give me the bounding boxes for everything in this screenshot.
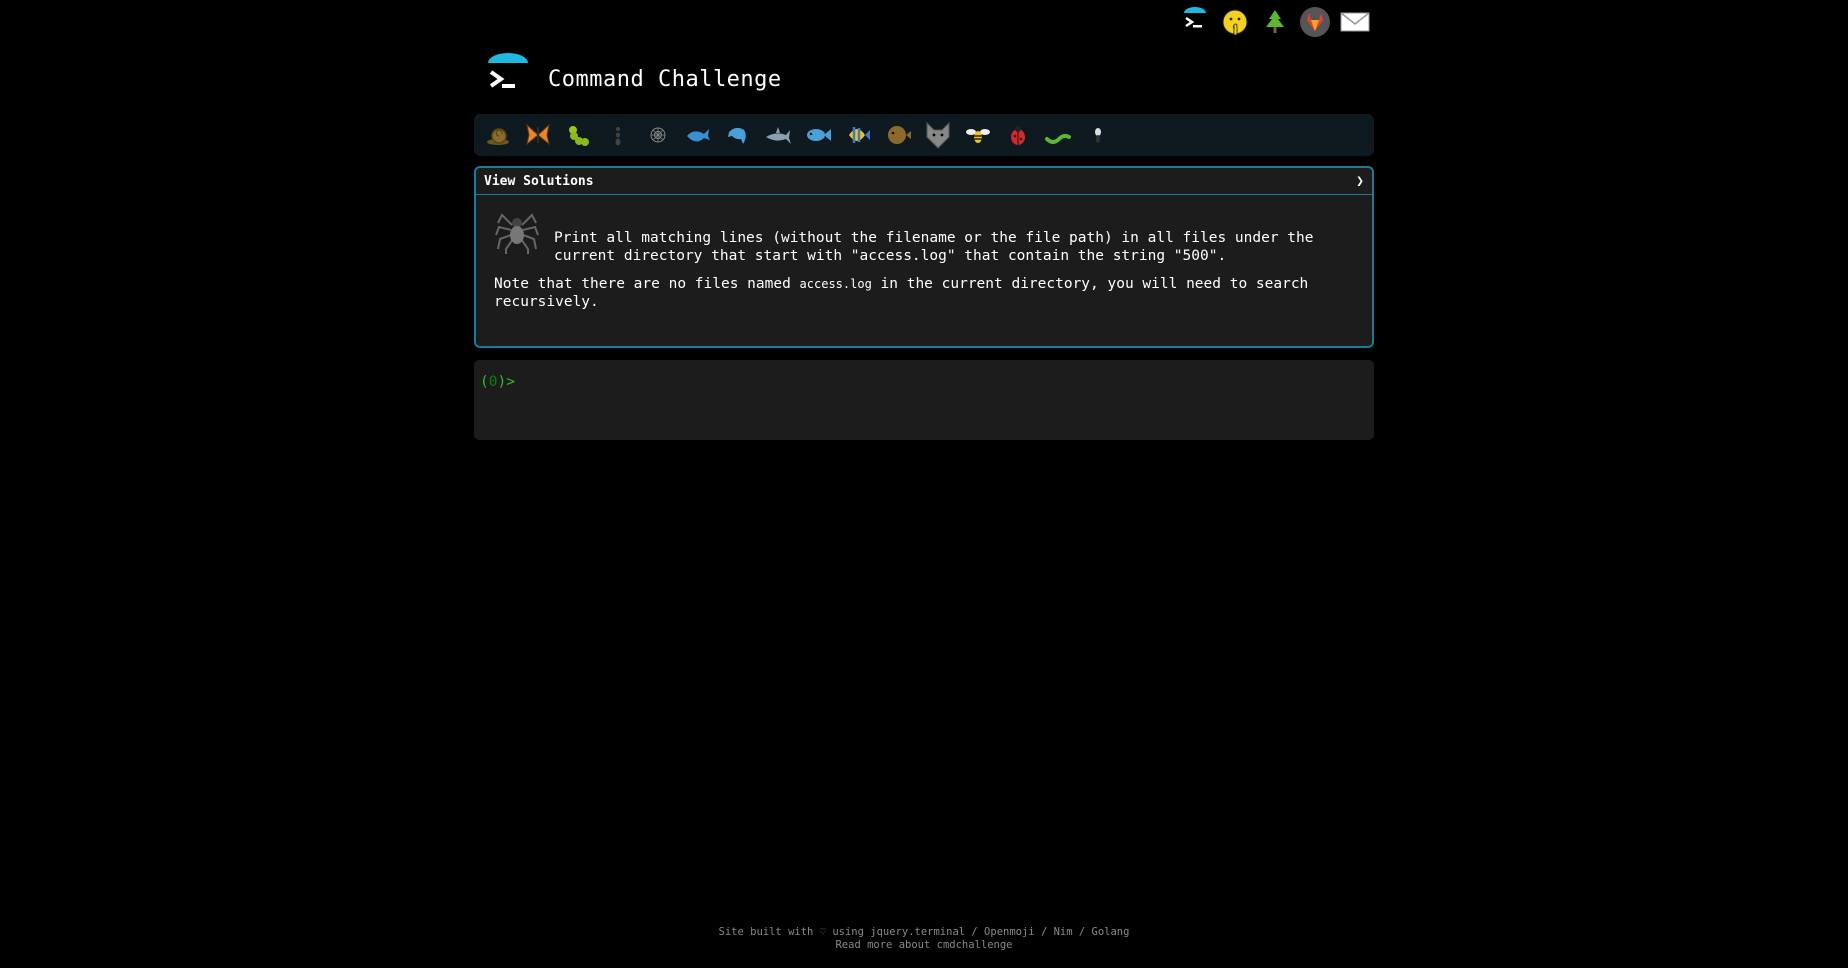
chevron-right-icon: ❯ xyxy=(1356,173,1364,189)
footer: Site built with ♡ using jquery.terminal … xyxy=(0,926,1848,951)
ladybug-icon[interactable] xyxy=(998,117,1038,153)
footer-text-before: Site built with xyxy=(718,926,820,938)
snail-icon[interactable] xyxy=(478,117,518,153)
challenge-note: Note that there are no files named acces… xyxy=(494,275,1354,311)
challenge-body: Print all matching lines (without the fi… xyxy=(476,195,1372,325)
tropical-fish-icon[interactable] xyxy=(838,117,878,153)
mail-icon[interactable] xyxy=(1335,4,1375,40)
terminal-prompt: (0)> xyxy=(480,374,515,390)
shark-icon[interactable] xyxy=(758,117,798,153)
footer-credits[interactable]: using jquery.terminal / Openmoji / Nim /… xyxy=(826,926,1129,938)
fish-icon[interactable] xyxy=(798,117,838,153)
top-navigation xyxy=(1175,4,1375,40)
gitlab-fox-icon[interactable] xyxy=(1295,4,1335,40)
command-challenge-logo-icon[interactable] xyxy=(482,53,534,105)
ant-icon[interactable] xyxy=(598,117,638,153)
note-filename-code: access.log xyxy=(799,277,872,291)
challenge-panel: View Solutions ❯ Print all matching line… xyxy=(474,166,1374,348)
shushing-face-icon[interactable] xyxy=(1215,4,1255,40)
terminal-logo-icon[interactable] xyxy=(1175,4,1215,40)
blowfish-icon[interactable] xyxy=(878,117,918,153)
note-text-before: Note that there are no files named xyxy=(494,276,800,292)
main-container: Command Challenge View Solutions ❯ Print… xyxy=(474,44,1374,440)
butterfly-icon[interactable] xyxy=(518,117,558,153)
caterpillar-icon[interactable] xyxy=(558,117,598,153)
page-title: Command Challenge xyxy=(548,66,782,92)
prompt-open: ( xyxy=(480,374,489,390)
spider-icon xyxy=(494,209,540,259)
terminal[interactable]: (0)> xyxy=(474,360,1374,440)
header: Command Challenge xyxy=(474,44,1374,114)
dolphin-icon[interactable] xyxy=(718,117,758,153)
worm-icon[interactable] xyxy=(1038,117,1078,153)
prompt-close: )> xyxy=(497,374,515,390)
challenge-description: Print all matching lines (without the fi… xyxy=(554,230,1314,264)
view-solutions-toggle[interactable]: View Solutions ❯ xyxy=(476,168,1372,195)
wolf-icon[interactable] xyxy=(918,117,958,153)
whale-icon[interactable] xyxy=(678,117,718,153)
tree-icon[interactable] xyxy=(1255,4,1295,40)
spider-web-icon[interactable] xyxy=(638,117,678,153)
footer-read-more-link[interactable]: Read more about cmdchallenge xyxy=(0,939,1848,952)
bee-icon[interactable] xyxy=(958,117,998,153)
view-solutions-label: View Solutions xyxy=(484,173,594,189)
mosquito-icon[interactable] xyxy=(1078,117,1118,153)
level-selector xyxy=(474,114,1374,156)
